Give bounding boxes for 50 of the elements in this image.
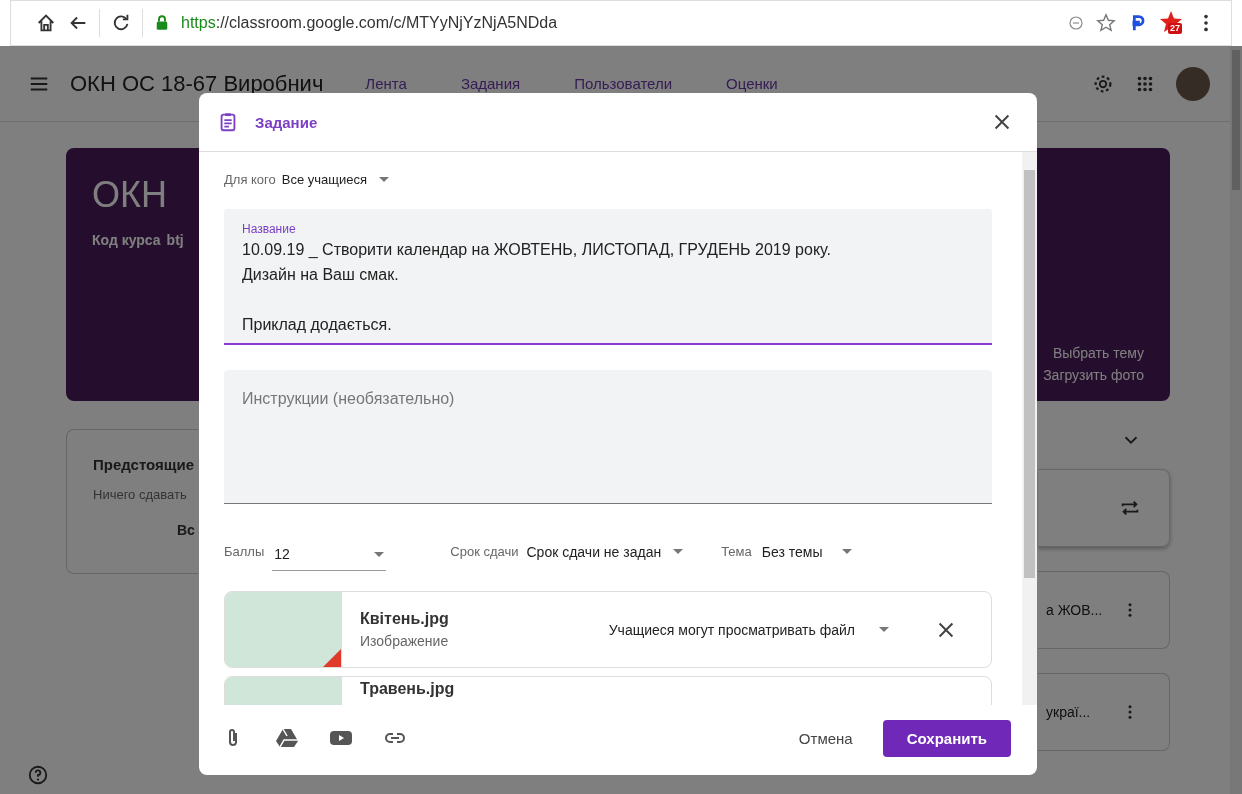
course-title: ОКН ОС 18-67 Виробнич bbox=[70, 70, 324, 97]
address-field[interactable]: https://classroom.google.com/c/MTYyNjYzNjA5NDda bbox=[181, 14, 1057, 32]
upload-photo-link[interactable]: Загрузить фото bbox=[1043, 367, 1144, 383]
avatar[interactable] bbox=[1176, 66, 1210, 101]
course-code-label: Код курса bbox=[92, 232, 161, 248]
file-name: Квітень.jpg bbox=[360, 610, 449, 628]
field-text-line: 10.09.19 _ Створити календар на ЖОВТЕНЬ, ЛИСТОПАД, ГРУДЕНЬ 2019 року. bbox=[242, 240, 832, 260]
extension-button[interactable]: 27 bbox=[1159, 10, 1185, 36]
nav-tab[interactable]: Оценки bbox=[726, 75, 778, 92]
card-title: Предстоящие bbox=[93, 456, 196, 473]
star-icon[interactable] bbox=[1095, 12, 1117, 34]
post-title: украї... bbox=[1045, 704, 1091, 720]
post-card[interactable]: украї... bbox=[1038, 673, 1170, 751]
dialog-title: Задание bbox=[255, 113, 318, 131]
post-card[interactable]: а ЖОВ... bbox=[1038, 571, 1170, 649]
points-dropdown[interactable]: 12 bbox=[272, 542, 387, 571]
points-label: Баллы bbox=[224, 544, 265, 559]
scrollbar[interactable] bbox=[1022, 152, 1037, 705]
permission-dropdown[interactable]: Учащиеся могут просматривать файл bbox=[608, 621, 889, 638]
field-text-line: Дизайн на Ваш смак. bbox=[242, 265, 400, 285]
theme-link[interactable]: Выбрать тему bbox=[1052, 345, 1144, 361]
field-text-line: Приклад додається. bbox=[242, 315, 393, 335]
file-type: Изображение bbox=[360, 633, 449, 649]
nav-tab[interactable]: Лента bbox=[365, 75, 407, 92]
class-title: ОКН bbox=[92, 174, 168, 216]
save-button[interactable]: Сохранить bbox=[882, 719, 1011, 757]
instructions-field[interactable]: Инструкции (необязательно) bbox=[224, 370, 992, 504]
view-all-link[interactable]: Вс bbox=[93, 522, 198, 538]
file-name: Травень.jpg bbox=[360, 680, 455, 698]
notification-badge: 27 bbox=[1168, 23, 1182, 34]
help-icon[interactable] bbox=[27, 764, 49, 786]
due-label: Срок сдачи bbox=[450, 544, 519, 559]
nav-tab[interactable]: Задания bbox=[460, 75, 521, 92]
field-label: Название bbox=[242, 222, 296, 236]
topic-dropdown[interactable]: Без темы bbox=[761, 543, 853, 560]
audience-dropdown[interactable]: Все учащиеся bbox=[281, 172, 390, 187]
drive-icon[interactable] bbox=[275, 726, 299, 750]
audience-label: Для кого bbox=[224, 172, 276, 187]
attachment-card[interactable]: Квітень.jpg Изображение Учащиеся могут просматривать файл bbox=[224, 591, 992, 668]
topic-label: Тема bbox=[721, 544, 752, 559]
due-dropdown[interactable]: Срок сдачи не задан bbox=[526, 543, 684, 560]
cancel-button[interactable]: Отмена bbox=[788, 721, 863, 755]
title-field[interactable]: Название 10.09.19 _ Створити календар на ЖОВТЕНЬ, ЛИСТОПАД, ГРУДЕНЬ 2019 року. Дизайн на Ваш смак. Приклад додається. bbox=[224, 209, 992, 345]
post-title: а ЖОВ... bbox=[1045, 602, 1103, 618]
home-icon[interactable] bbox=[35, 12, 57, 34]
zoom-out-icon[interactable] bbox=[1067, 14, 1085, 32]
card-text: Ничего сдавать bbox=[93, 487, 188, 502]
course-code: btj bbox=[166, 232, 184, 248]
scrollbar[interactable] bbox=[1230, 46, 1242, 794]
nav-tab[interactable]: Пользователи bbox=[574, 75, 673, 92]
